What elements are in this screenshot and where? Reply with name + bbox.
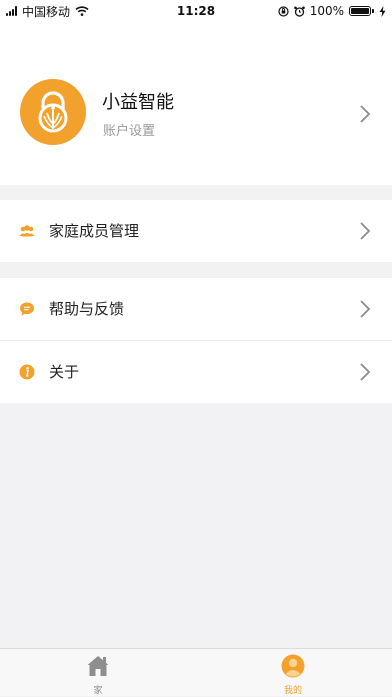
- family-members-icon: [19, 225, 35, 237]
- chevron-right-icon: [360, 300, 371, 318]
- chevron-right-icon: [360, 105, 371, 123]
- home-icon: [87, 656, 109, 676]
- menu-item-label: 家庭成员管理: [49, 222, 140, 240]
- person-icon: [281, 654, 305, 678]
- battery-icon: [349, 6, 374, 16]
- account-card[interactable]: 小益智能 账户设置: [0, 22, 392, 185]
- tab-bar: 家 我的: [0, 648, 392, 696]
- chevron-right-icon: [360, 222, 371, 240]
- info-icon: [19, 364, 35, 380]
- profile-name: 小益智能: [102, 92, 174, 113]
- status-bar: 中国移动 11:28 100%: [0, 0, 392, 22]
- menu-item-family-members[interactable]: 家庭成员管理: [0, 200, 392, 262]
- menu-item-about[interactable]: 关于: [0, 341, 392, 403]
- orientation-lock-icon: [278, 5, 289, 17]
- menu-group-support: 帮助与反馈 关于: [0, 278, 392, 403]
- chat-bubble-icon: [20, 302, 34, 316]
- carrier-label: 中国移动: [22, 4, 71, 19]
- menu-item-help-feedback[interactable]: 帮助与反馈: [0, 278, 392, 340]
- avatar: [20, 79, 86, 145]
- signal-icon: [6, 6, 17, 16]
- battery-percent: 100%: [309, 4, 344, 18]
- tab-label: 我的: [283, 686, 302, 696]
- tab-home[interactable]: 家: [68, 649, 128, 697]
- status-left: 中国移动: [0, 3, 89, 20]
- menu-item-label: 关于: [49, 363, 80, 381]
- charging-icon: [379, 5, 386, 17]
- lock-logo-icon: [38, 91, 68, 133]
- tab-mine[interactable]: 我的: [263, 649, 323, 697]
- tab-label: 家: [93, 686, 103, 696]
- status-right: 100%: [278, 0, 386, 22]
- account-settings-label: 账户设置: [103, 124, 156, 139]
- menu-item-label: 帮助与反馈: [49, 300, 125, 318]
- chevron-right-icon: [360, 363, 371, 381]
- menu-group-family: 家庭成员管理: [0, 200, 392, 262]
- alarm-icon: [293, 6, 305, 17]
- wifi-icon: [75, 6, 89, 16]
